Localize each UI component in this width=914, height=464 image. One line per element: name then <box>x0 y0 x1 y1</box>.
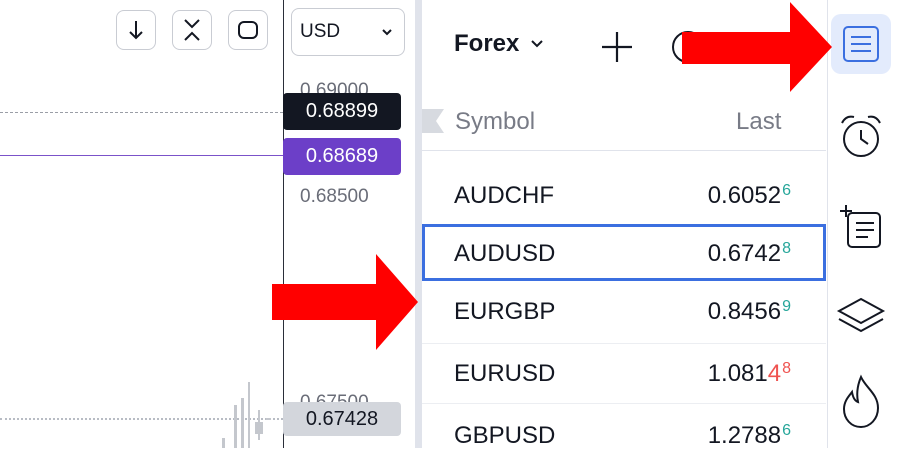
candle <box>258 410 260 440</box>
symbol-name: EURUSD <box>454 360 556 387</box>
last-price: 0.67428 <box>707 240 791 267</box>
last-price: 1.27886 <box>707 422 791 449</box>
list-item[interactable]: AUDCHF 0.60526 <box>422 165 826 225</box>
candle <box>266 418 271 420</box>
candle <box>248 382 250 448</box>
currency-select[interactable]: USD <box>291 8 405 56</box>
annotation-arrow-right-icon <box>682 2 832 92</box>
add-symbol-button[interactable] <box>598 28 636 66</box>
price-label: 0.68500 <box>300 186 369 207</box>
list-item[interactable]: EURGBP 0.84569 <box>422 284 826 344</box>
column-header-last[interactable]: Last <box>736 108 781 136</box>
layers-icon <box>836 297 886 333</box>
price-tag-high: 0.68899 <box>283 93 401 130</box>
fullscreen-icon <box>238 21 258 39</box>
symbol-name: GBPUSD <box>454 422 556 449</box>
last-price: 0.60526 <box>707 182 791 209</box>
watchlist-selector[interactable]: Forex <box>454 30 545 58</box>
symbol-name: AUDCHF <box>454 182 554 209</box>
header-flag <box>422 109 446 133</box>
collapse-button[interactable] <box>172 10 212 50</box>
chevron-down-icon <box>531 40 544 48</box>
candle <box>222 438 225 448</box>
chart-area[interactable] <box>0 0 283 448</box>
last-price: 1.08148 <box>707 360 791 387</box>
alerts-button[interactable] <box>831 106 891 166</box>
notes-button[interactable] <box>831 196 891 256</box>
chevron-down-icon <box>382 29 392 36</box>
flame-icon <box>842 374 880 429</box>
watchlist-icon <box>843 26 879 62</box>
indicator-line <box>0 155 283 156</box>
annotation-arrow-left-icon <box>272 254 418 350</box>
price-tag-current: 0.67428 <box>283 402 401 436</box>
watchlist-title: Forex <box>454 30 520 57</box>
list-item[interactable]: EURUSD 1.08148 <box>422 344 826 404</box>
currency-label: USD <box>300 21 341 42</box>
header-divider <box>422 150 826 151</box>
plus-icon <box>602 32 632 62</box>
arrow-down-icon <box>129 21 143 40</box>
collapse-icon <box>184 19 200 41</box>
alarm-clock-icon <box>841 115 881 157</box>
candle <box>234 405 237 448</box>
candle <box>241 398 244 448</box>
high-price-line <box>0 112 283 113</box>
list-item-selected[interactable]: AUDUSD 0.67428 <box>422 224 826 281</box>
symbol-name: EURGBP <box>454 298 556 325</box>
price-tag-indicator: 0.68689 <box>283 138 401 175</box>
column-header-symbol[interactable]: Symbol <box>455 108 535 136</box>
price-scale[interactable] <box>283 0 416 448</box>
last-price: 0.84569 <box>707 298 791 325</box>
layers-button[interactable] <box>831 286 891 346</box>
symbol-name: AUDUSD <box>454 240 556 267</box>
add-note-icon <box>840 205 881 248</box>
list-item[interactable]: GBPUSD 1.27886 <box>422 404 826 464</box>
panel-divider[interactable] <box>415 0 422 448</box>
hotlist-button[interactable] <box>831 370 891 434</box>
watchlist-button[interactable] <box>831 14 891 74</box>
scroll-down-button[interactable] <box>116 10 156 50</box>
fullscreen-button[interactable] <box>228 10 268 50</box>
